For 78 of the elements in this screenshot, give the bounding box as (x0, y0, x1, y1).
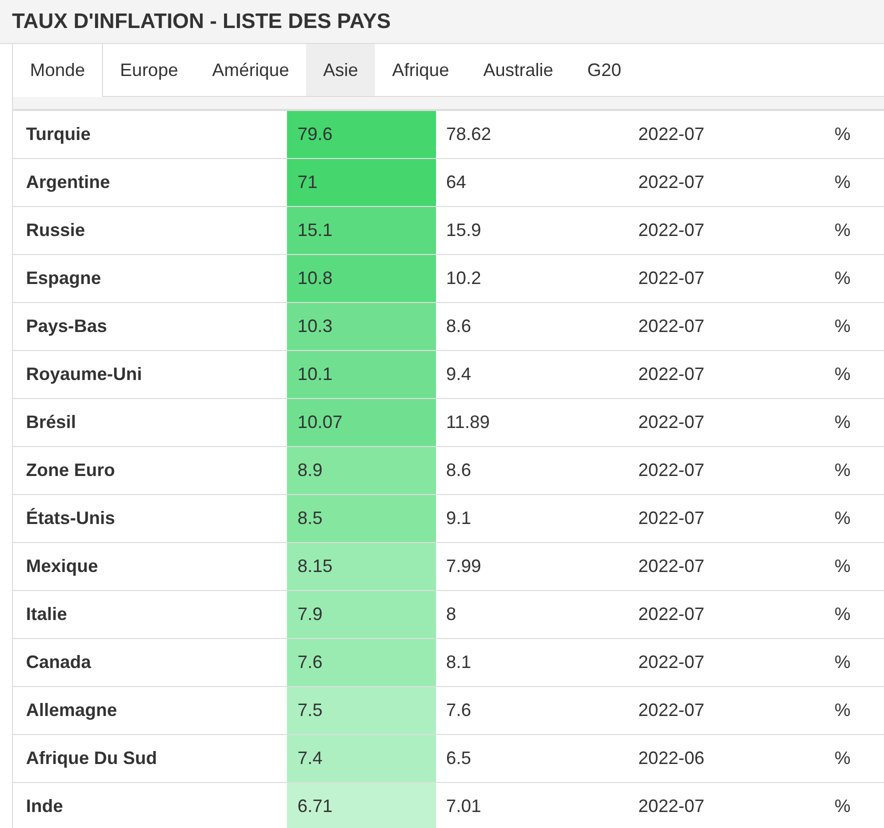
country-cell-text: États-Unis (25, 507, 116, 530)
date-cell-text: 2022-07 (637, 411, 706, 434)
inflation-cell: 10.3 (287, 303, 436, 350)
unit-cell-text: % (833, 603, 852, 626)
inflation-cell: 10.1 (287, 351, 436, 398)
previous-cell-text: 64 (445, 171, 468, 194)
unit-cell-text: % (833, 363, 852, 386)
previous-cell-text: 8.6 (445, 315, 472, 338)
previous-cell-text: 9.4 (445, 363, 472, 386)
previous-cell-text: 78.62 (445, 123, 492, 146)
country-cell-text: Russie (25, 219, 86, 242)
previous-cell-text: 8 (445, 603, 458, 626)
date-cell-text: 2022-07 (637, 651, 706, 674)
date-cell-text: 2022-07 (637, 699, 706, 722)
date-cell-text: 2022-07 (637, 603, 706, 626)
country-cell-text: Italie (25, 603, 68, 626)
previous-cell-text: 15.9 (445, 219, 482, 242)
country-cell-text: Inde (25, 795, 64, 818)
country-cell-text: Brésil (25, 411, 78, 434)
unit-cell-text: % (833, 171, 852, 194)
previous-cell-text: 8.1 (445, 651, 472, 674)
inflation-cell: 7.9 (287, 591, 436, 638)
country-cell-text: Pays-Bas (25, 315, 108, 338)
country-cell-text: Espagne (25, 267, 102, 290)
inflation-cell: 79.6 (287, 111, 436, 158)
date-cell-text: 2022-07 (637, 315, 706, 338)
inflation-cell: 10.8 (287, 255, 436, 302)
country-cell-text: Argentine (25, 171, 112, 194)
inflation-cell: 71 (287, 159, 436, 206)
country-cell-text: Royaume-Uni (25, 363, 144, 386)
unit-cell-text: % (833, 507, 852, 530)
date-cell-text: 2022-06 (637, 747, 706, 770)
region-tab[interactable]: Asie (306, 44, 376, 96)
country-cell-text: Afrique Du Sud (25, 747, 158, 770)
previous-cell-text: 7.01 (445, 795, 482, 818)
inflation-cell: 7.5 (287, 687, 436, 734)
region-tab[interactable]: Monde (13, 44, 104, 97)
unit-cell-text: % (833, 699, 852, 722)
date-cell-text: 2022-07 (637, 267, 706, 290)
inflation-cell: 15.1 (287, 207, 436, 254)
inflation-cell: 10.07 (287, 399, 436, 446)
previous-cell-text: 11.89 (445, 411, 491, 434)
date-cell-text: 2022-07 (637, 507, 706, 530)
inflation-cell: 6.71 (287, 783, 436, 828)
date-cell-text: 2022-07 (637, 123, 706, 146)
previous-cell-text: 10.2 (445, 267, 482, 290)
date-cell-text: 2022-07 (637, 555, 706, 578)
country-cell-text: Mexique (25, 555, 100, 578)
previous-cell-text: 8.6 (445, 459, 472, 482)
unit-cell-text: % (833, 795, 852, 818)
country-cell-text: Canada (25, 651, 92, 674)
page-title: TAUX D'INFLATION - LISTE DES PAYS (12, 10, 391, 34)
previous-cell-text: 9.1 (445, 507, 472, 530)
country-cell-text: Zone Euro (25, 459, 116, 482)
inflation-cell: 7.6 (287, 639, 436, 686)
previous-cell-text: 7.99 (445, 555, 482, 578)
previous-cell-text: 6.5 (445, 747, 472, 770)
previous-cell-text: 7.6 (445, 699, 472, 722)
inflation-cell: 8.5 (287, 495, 436, 542)
date-cell-text: 2022-07 (637, 363, 706, 386)
date-cell-text: 2022-07 (637, 171, 706, 194)
date-cell-text: 2022-07 (637, 459, 706, 482)
unit-cell-text: % (833, 651, 852, 674)
inflation-cell: 8.9 (287, 447, 436, 494)
unit-cell-text: % (833, 123, 852, 146)
unit-cell-text: % (833, 219, 852, 242)
unit-cell-text: % (833, 315, 852, 338)
date-cell-text: 2022-07 (637, 795, 706, 818)
unit-cell-text: % (833, 411, 852, 434)
unit-cell-text: % (833, 747, 852, 770)
inflation-cell: 7.4 (287, 735, 436, 782)
country-cell-text: Turquie (25, 123, 92, 146)
unit-cell-text: % (833, 267, 852, 290)
inflation-cell: 8.15 (287, 543, 436, 590)
unit-cell-text: % (833, 555, 852, 578)
country-cell-text: Allemagne (25, 699, 118, 722)
unit-cell-text: % (833, 459, 852, 482)
date-cell-text: 2022-07 (637, 219, 706, 242)
